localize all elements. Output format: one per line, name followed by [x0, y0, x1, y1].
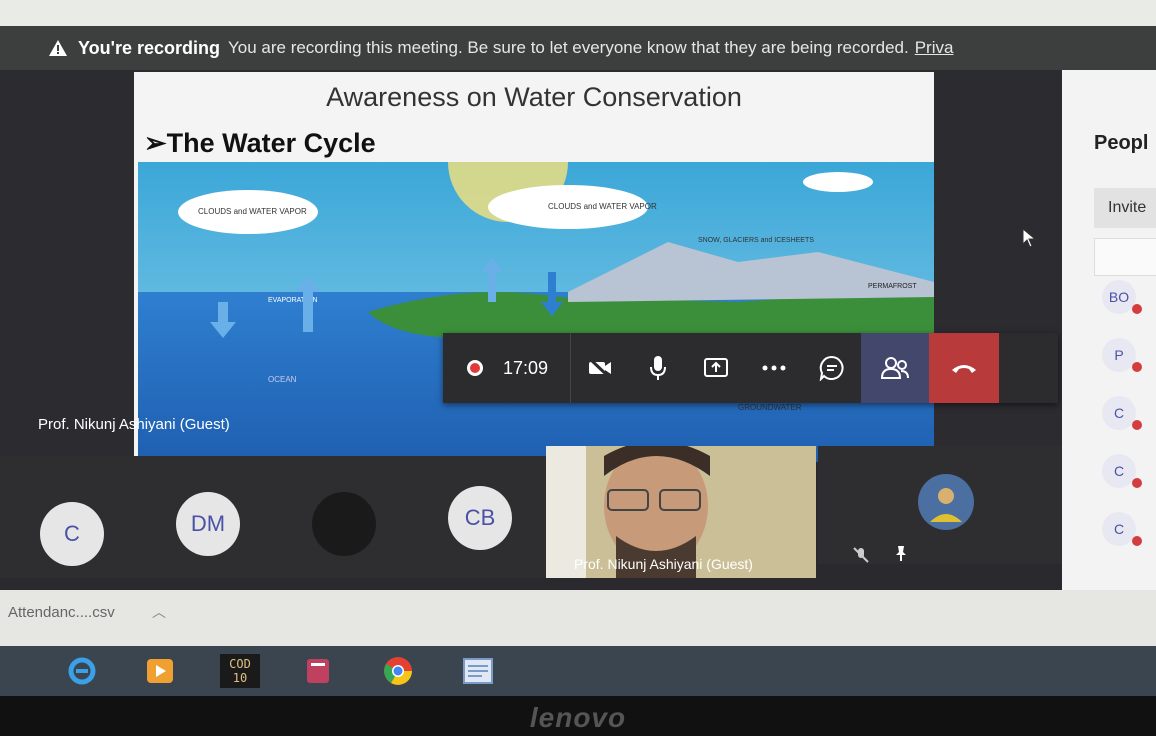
internet-explorer-icon[interactable]: [62, 654, 102, 688]
participant-avatar[interactable]: DM: [176, 492, 240, 556]
chat-button[interactable]: [803, 333, 861, 403]
participant-tiles: C DM CB: [0, 456, 546, 578]
laptop-brand-logo: lenovo: [529, 702, 627, 733]
top-band: [0, 0, 1156, 26]
slide-title: Awareness on Water Conservation: [326, 82, 742, 112]
participant-initials: C: [1113, 405, 1125, 421]
status-dot-icon: [1132, 420, 1142, 430]
participant-list-item[interactable]: C: [1102, 454, 1142, 488]
participant-initials: C: [1113, 463, 1125, 479]
microphone-button[interactable]: [629, 333, 687, 403]
warning-icon: [48, 39, 68, 57]
mic-muted-icon: [853, 547, 869, 563]
status-dot-icon: [1132, 478, 1142, 488]
diagram-label-ocean: OCEAN: [268, 375, 297, 384]
people-search-input[interactable]: [1094, 238, 1156, 276]
slide-subtitle: ➢The Water Cycle: [144, 128, 376, 158]
participant-initials: P: [1114, 347, 1124, 363]
recording-indicator[interactable]: 17:09: [443, 333, 571, 403]
document-app-icon[interactable]: [458, 654, 498, 688]
status-dot-icon: [1132, 362, 1142, 372]
downloads-bar: Attendanc....csv ︿: [0, 590, 1156, 646]
diagram-label-clouds-1: CLOUDS and WATER VAPOR: [198, 207, 307, 216]
cod-game-icon[interactable]: COD 10: [220, 654, 260, 688]
share-screen-button[interactable]: [687, 333, 745, 403]
pin-icon[interactable]: [892, 544, 910, 562]
chrome-icon[interactable]: [378, 654, 418, 688]
recording-message: You are recording this meeting. Be sure …: [227, 38, 909, 57]
camera-off-icon: [588, 357, 611, 379]
participants-button[interactable]: [861, 333, 929, 403]
cod-label: COD: [229, 657, 251, 671]
diagram-label-snow: SNOW, GLACIERS and ICESHEETS: [698, 237, 814, 244]
screen: You're recording You are recording this …: [0, 0, 1156, 736]
mouse-cursor-icon: [1022, 228, 1036, 248]
status-dot-icon: [1132, 536, 1142, 546]
privacy-link[interactable]: Priva: [915, 38, 954, 58]
participant-avatar[interactable]: CB: [448, 486, 512, 550]
participant-tile[interactable]: [818, 446, 1072, 564]
participant-avatar[interactable]: C: [40, 502, 104, 566]
diagram-label-groundwater: GROUNDWATER: [738, 403, 802, 412]
participant-list-item[interactable]: C: [1102, 512, 1142, 546]
recording-title: You're recording: [78, 37, 220, 58]
share-screen-icon: [704, 358, 728, 377]
shared-slide: Awareness on Water Conservation ➢The Wat…: [134, 72, 934, 462]
presenter-name-label: Prof. Nikunj Ashiyani (Guest): [38, 416, 230, 433]
people-icon: [881, 357, 909, 379]
book-app-icon[interactable]: [298, 654, 338, 688]
invite-button[interactable]: Invite: [1094, 188, 1156, 228]
status-dot-icon: [1132, 304, 1142, 314]
chat-icon: [819, 355, 844, 381]
recording-banner: You're recording You are recording this …: [0, 26, 1156, 70]
participant-list-item[interactable]: BO: [1102, 280, 1142, 314]
participant-list-item[interactable]: C: [1102, 396, 1142, 430]
participant-initials: BO: [1108, 289, 1130, 305]
camera-off-button[interactable]: [571, 333, 629, 403]
laptop-bezel: lenovo: [0, 696, 1156, 736]
cod-number: 10: [232, 671, 248, 685]
water-cycle-diagram: CLOUDS and WATER VAPOR CLOUDS and WATER …: [138, 162, 934, 462]
more-icon: [762, 365, 786, 371]
video-tile-label: Prof. Nikunj Ashiyani (Guest): [574, 556, 753, 572]
people-panel: Peopl Invite BO P C C C: [1062, 70, 1156, 604]
recording-timer: 17:09: [503, 357, 549, 378]
more-options-button[interactable]: [745, 333, 803, 403]
chevron-up-icon[interactable]: ︿: [152, 602, 166, 622]
diagram-label-permafrost: PERMAFROST: [868, 283, 917, 290]
meeting-toolbar: 17:09: [443, 333, 1058, 403]
participant-photo-avatar: [918, 474, 974, 530]
media-player-icon[interactable]: [140, 654, 180, 688]
hang-up-icon: [952, 365, 976, 373]
people-panel-title: Peopl: [1094, 132, 1149, 154]
record-dot-icon: [467, 360, 483, 376]
participant-list-item[interactable]: P: [1102, 338, 1142, 372]
microphone-icon: [650, 356, 666, 380]
participant-avatar[interactable]: [312, 492, 376, 556]
diagram-label-clouds-2: CLOUDS and WATER VAPOR: [548, 202, 657, 211]
windows-taskbar: COD 10: [0, 646, 1156, 696]
participant-initials: C: [1113, 521, 1125, 537]
leave-call-button[interactable]: [929, 333, 999, 403]
download-file[interactable]: Attendanc....csv: [8, 604, 115, 621]
